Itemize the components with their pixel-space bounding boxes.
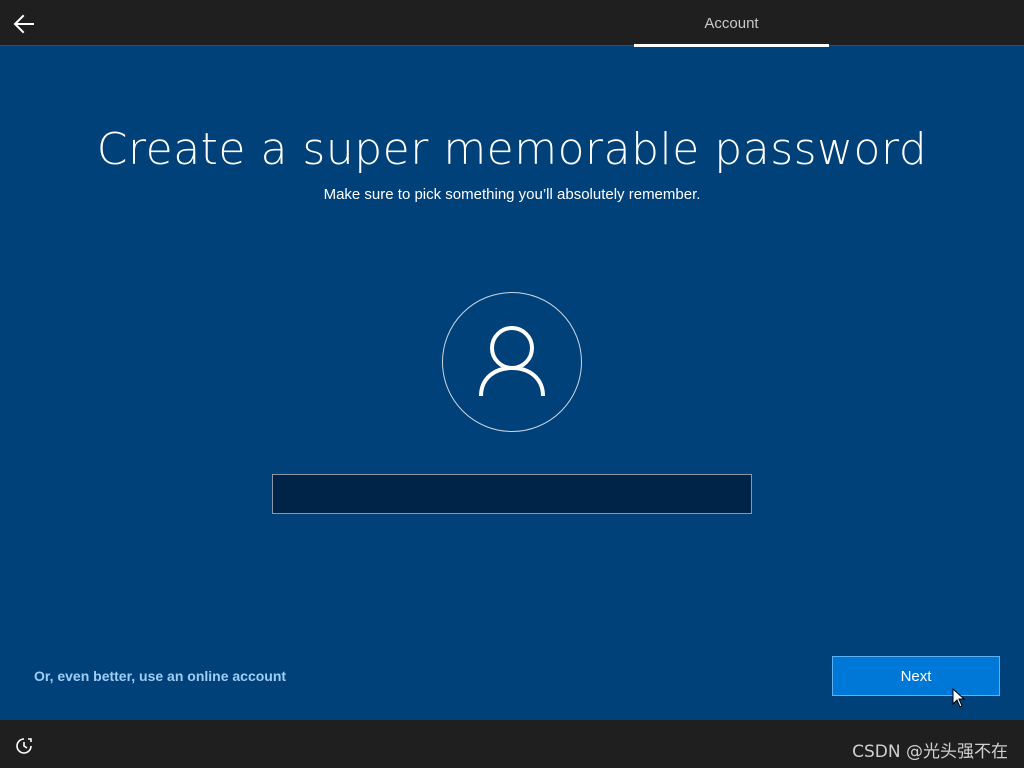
next-button[interactable]: Next xyxy=(832,656,1000,696)
user-icon xyxy=(479,326,545,397)
tab-account[interactable]: Account xyxy=(634,0,829,46)
page-subtitle: Make sure to pick something you’ll absol… xyxy=(323,186,701,203)
back-button[interactable] xyxy=(10,10,38,38)
online-account-link[interactable]: Or, even better, use an online account xyxy=(34,668,286,684)
watermark: CSDN @光头强不在 xyxy=(852,742,1008,762)
tab-active-indicator xyxy=(634,44,829,47)
ease-of-access-icon xyxy=(16,738,32,754)
page-title: Create a super memorable password xyxy=(96,124,928,175)
arrow-left-icon xyxy=(13,14,34,34)
avatar xyxy=(442,292,582,432)
password-input[interactable] xyxy=(272,474,752,514)
mouse-pointer-icon xyxy=(952,688,966,708)
ease-of-access-button[interactable] xyxy=(14,736,34,756)
top-bar: Account xyxy=(0,0,1024,47)
